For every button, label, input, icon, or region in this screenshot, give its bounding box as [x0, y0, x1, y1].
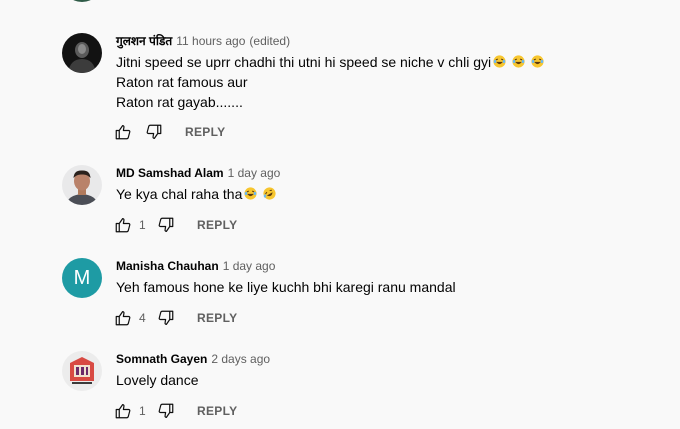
comment-text: Yeh famous hone ke liye kuchh bhi karegi… — [116, 277, 456, 297]
comment-line-text: Ye kya chal raha tha — [116, 186, 243, 202]
comment-header: गुलशन पंडित 11 hours ago (edited) — [116, 33, 290, 49]
avatar[interactable] — [62, 33, 102, 73]
comment-actions: 4 REPLY — [114, 308, 237, 328]
comment-line: Jitni speed se uprr chadhi thi utni hi s… — [116, 52, 544, 72]
comment-actions: REPLY — [114, 122, 225, 142]
comment-text: Ye kya chal raha tha — [116, 184, 276, 204]
comment-thread: Somnath Gayen 2 days ago Lovely dance 1 R… — [0, 351, 680, 426]
comment-header: Somnath Gayen 2 days ago — [116, 351, 270, 367]
like-count: 4 — [139, 311, 146, 325]
avatar[interactable] — [62, 165, 102, 205]
comment-line: Lovely dance — [116, 372, 199, 388]
comment-author[interactable]: Somnath Gayen — [116, 352, 207, 366]
thumbs-up-icon[interactable] — [114, 402, 132, 420]
comment-text: Lovely dance — [116, 370, 199, 390]
comment-thread: MD Samshad Alam 1 day ago Ye kya chal rah… — [0, 165, 680, 240]
laughing-emoji-icon — [512, 55, 525, 68]
thumbs-up-icon[interactable] — [114, 309, 132, 327]
like-count: 1 — [139, 218, 146, 232]
comment-timestamp[interactable]: 1 day ago — [223, 259, 276, 273]
thumbs-down-icon[interactable] — [157, 309, 175, 327]
comment-actions: 1 REPLY — [114, 215, 237, 235]
thumbs-up-icon[interactable] — [114, 123, 132, 141]
comment-line: Raton rat famous aur — [116, 74, 248, 90]
laughing-emoji-icon — [244, 187, 257, 200]
thumbs-down-icon[interactable] — [157, 402, 175, 420]
like-count: 1 — [139, 404, 146, 418]
avatar-letter: M — [73, 267, 91, 289]
previous-comment-avatar[interactable] — [62, 0, 102, 2]
thumbs-down-icon[interactable] — [145, 123, 163, 141]
avatar[interactable] — [62, 351, 102, 391]
comment-header: MD Samshad Alam 1 day ago — [116, 165, 280, 181]
comment-author[interactable]: गुलशन पंडित — [116, 34, 172, 48]
reply-button[interactable]: REPLY — [185, 125, 225, 139]
comment-line: Yeh famous hone ke liye kuchh bhi karegi… — [116, 279, 456, 295]
thumbs-down-icon[interactable] — [157, 216, 175, 234]
edited-label: (edited) — [249, 34, 291, 48]
comment-thread: गुलशन पंडित 11 hours ago (edited) Jitni sp… — [0, 33, 680, 145]
comment-timestamp[interactable]: 11 hours ago — [176, 34, 245, 48]
comment-actions: 1 REPLY — [114, 401, 237, 421]
reply-button[interactable]: REPLY — [197, 404, 237, 418]
comment-text: Jitni speed se uprr chadhi thi utni hi s… — [116, 52, 544, 112]
comment-timestamp[interactable]: 1 day ago — [228, 166, 281, 180]
laughing-emoji-icon — [531, 55, 544, 68]
comment-author[interactable]: MD Samshad Alam — [116, 166, 224, 180]
comment-line: Ye kya chal raha tha — [116, 184, 276, 204]
comment-line-text: Jitni speed se uprr chadhi thi utni hi s… — [116, 54, 492, 70]
rolling-laughing-emoji-icon — [263, 187, 276, 200]
reply-button[interactable]: REPLY — [197, 218, 237, 232]
laughing-emoji-icon — [493, 55, 506, 68]
comment-author[interactable]: Manisha Chauhan — [116, 259, 219, 273]
comment-header: Manisha Chauhan 1 day ago — [116, 258, 275, 274]
reply-button[interactable]: REPLY — [197, 311, 237, 325]
comment-thread: M Manisha Chauhan 1 day ago Yeh famous ho… — [0, 258, 680, 333]
comment-timestamp[interactable]: 2 days ago — [211, 352, 270, 366]
thumbs-up-icon[interactable] — [114, 216, 132, 234]
comment-line: Raton rat gayab....... — [116, 94, 243, 110]
avatar[interactable]: M — [62, 258, 102, 298]
